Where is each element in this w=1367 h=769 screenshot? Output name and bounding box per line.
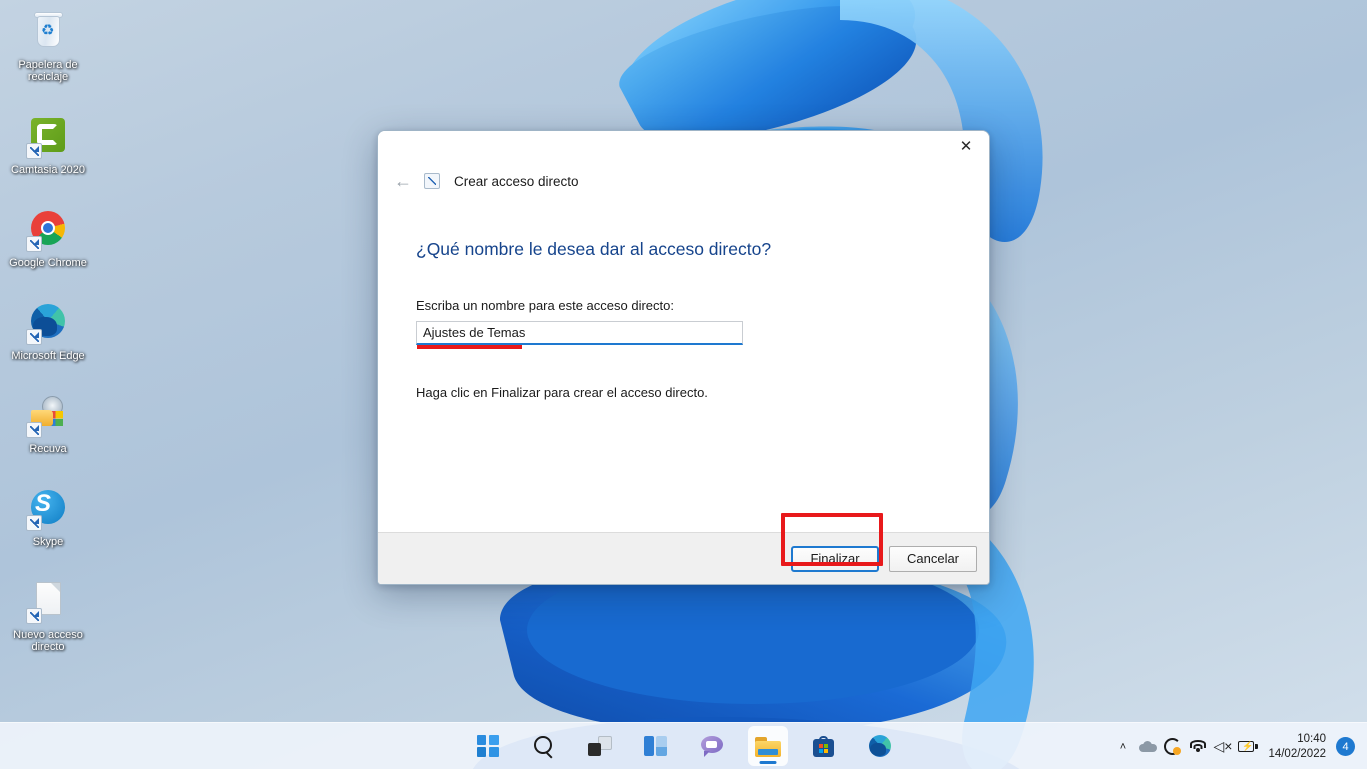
shortcut-name-input[interactable] (416, 321, 743, 345)
onedrive-cloud-icon[interactable] (1135, 730, 1160, 764)
desktop-icon-label: Skype (32, 536, 64, 548)
system-tray[interactable]: ˄ ◁× ⚡ 10:40 14/02/2022 4 (1110, 723, 1361, 769)
edge-icon (868, 735, 891, 757)
task-view-button[interactable] (580, 726, 620, 766)
shortcut-overlay-icon (26, 329, 42, 345)
desktop-icon-grid[interactable]: ♻ Papelera de reciclaje Camtasia 2020 Go… (0, 6, 100, 681)
wifi-glyph (1189, 739, 1207, 754)
desktop-icon-label: Recuva (29, 443, 67, 455)
annotation-underline (417, 345, 522, 349)
desktop-icon-nuevo-acceso-directo[interactable]: Nuevo acceso directo (0, 576, 96, 657)
shortcut-overlay-icon (26, 422, 42, 438)
dialog-footer: Finalizar Cancelar (378, 513, 989, 584)
volume-muted-icon[interactable]: ◁× (1210, 730, 1235, 764)
wifi-icon[interactable] (1185, 730, 1210, 764)
shortcut-overlay-icon (26, 236, 42, 252)
document-icon (26, 580, 70, 624)
desktop-icon-google-chrome[interactable]: Google Chrome (0, 204, 96, 273)
microsoft-store-button[interactable] (804, 726, 844, 766)
chevron-up-glyph: ˄ (1119, 740, 1127, 753)
shortcut-overlay-icon (26, 515, 42, 531)
widgets-button[interactable] (636, 726, 676, 766)
desktop-icon-recuva[interactable]: Recuva (0, 390, 96, 459)
edge-button[interactable] (860, 726, 900, 766)
edge-icon (26, 301, 70, 345)
cloud-glyph (1138, 741, 1157, 752)
desktop[interactable]: ♻ Papelera de reciclaje Camtasia 2020 Go… (0, 0, 1367, 769)
shortcut-overlay-icon (26, 608, 42, 624)
skype-icon: S (26, 487, 70, 531)
taskbar-center-group[interactable] (468, 723, 900, 769)
desktop-icon-skype[interactable]: S Skype (0, 483, 96, 552)
dialog-title-bar: ✕ (378, 131, 989, 165)
start-button[interactable] (468, 726, 508, 766)
chevron-up-icon[interactable]: ˄ (1110, 730, 1135, 764)
dialog-body: ¿Qué nombre le desea dar al acceso direc… (378, 197, 989, 532)
task-view-icon (587, 736, 612, 756)
dialog-heading: ¿Qué nombre le desea dar al acceso direc… (416, 239, 772, 259)
dialog-hint-text: Haga clic en Finalizar para crear el acc… (416, 385, 708, 400)
chrome-icon (26, 208, 70, 252)
windows-start-icon (476, 735, 499, 757)
camtasia-icon (26, 115, 70, 159)
name-input-wrapper (416, 321, 743, 349)
update-sync-icon[interactable] (1160, 730, 1185, 764)
file-explorer-icon (754, 736, 781, 757)
desktop-icon-label: Google Chrome (9, 257, 87, 269)
volume-glyph: ◁× (1213, 738, 1233, 754)
back-arrow-icon[interactable]: ← (392, 170, 414, 192)
clock-time: 10:40 (1297, 732, 1326, 745)
close-icon[interactable]: ✕ (943, 131, 989, 161)
battery-charging-icon[interactable]: ⚡ (1235, 730, 1260, 764)
crear-acceso-directo-dialog[interactable]: ✕ ← Crear acceso directo ¿Qué nombre le … (377, 130, 990, 585)
battery-glyph: ⚡ (1237, 740, 1258, 753)
finalizar-button[interactable]: Finalizar (791, 545, 879, 572)
desktop-icon-label: Camtasia 2020 (11, 164, 85, 176)
desktop-icon-label: Nuevo acceso directo (13, 629, 83, 653)
taskbar[interactable]: ˄ ◁× ⚡ 10:40 14/02/2022 4 (0, 722, 1367, 769)
desktop-icon-papelera-de-reciclaje[interactable]: ♻ Papelera de reciclaje (0, 6, 96, 87)
search-icon (533, 735, 555, 757)
dialog-nav-title: Crear acceso directo (454, 173, 579, 189)
widgets-icon (644, 736, 667, 756)
sync-glyph (1164, 738, 1182, 755)
microsoft-store-icon (813, 735, 834, 757)
dialog-nav-bar: ← Crear acceso directo (378, 165, 989, 197)
cancelar-button[interactable]: Cancelar (889, 545, 977, 572)
shortcut-icon (424, 173, 440, 189)
recuva-icon (26, 394, 70, 438)
desktop-icon-label: Microsoft Edge (11, 350, 85, 362)
clock[interactable]: 10:40 14/02/2022 (1260, 732, 1336, 762)
shortcut-overlay-icon (26, 143, 42, 159)
desktop-icon-microsoft-edge[interactable]: Microsoft Edge (0, 297, 96, 366)
clock-date: 14/02/2022 (1268, 747, 1326, 760)
recycle-bin-icon: ♻ (26, 10, 70, 54)
desktop-icon-camtasia-2020[interactable]: Camtasia 2020 (0, 111, 96, 180)
charging-bolt-glyph: ⚡ (1241, 740, 1254, 751)
desktop-icon-label: Papelera de reciclaje (18, 59, 78, 83)
chat-icon (700, 735, 723, 757)
name-field-label: Escriba un nombre para este acceso direc… (416, 298, 674, 313)
chat-button[interactable] (692, 726, 732, 766)
file-explorer-button[interactable] (747, 726, 788, 766)
notification-badge[interactable]: 4 (1336, 737, 1355, 756)
search-button[interactable] (524, 726, 564, 766)
